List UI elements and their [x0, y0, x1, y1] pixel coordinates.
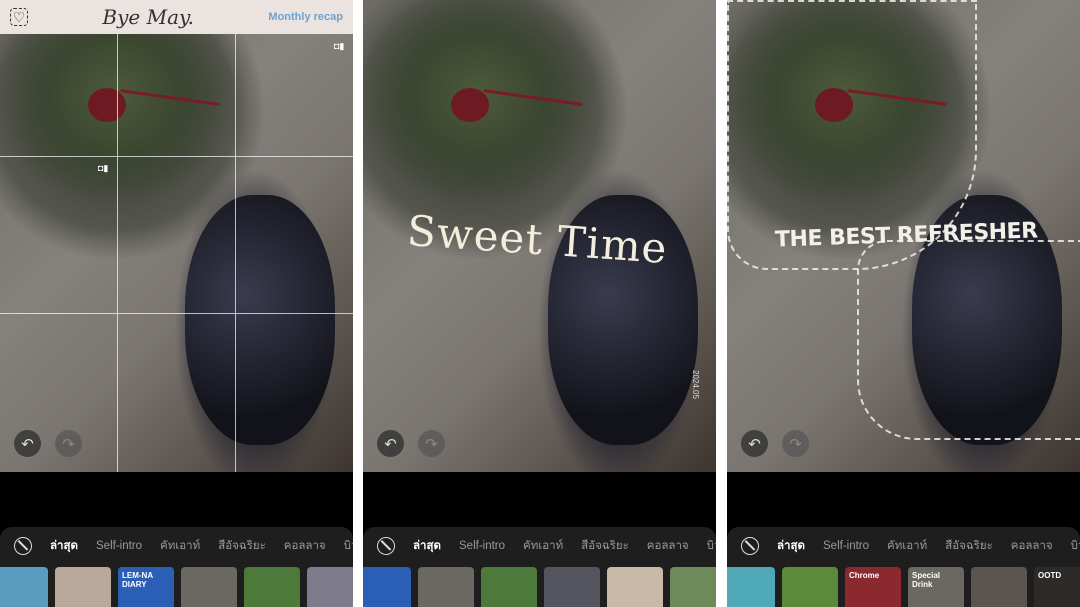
- tab-2[interactable]: คัทเอาท์: [887, 537, 927, 555]
- template-tabs: ล่าสุด Self-intro คัทเอาท์ สีอัจฉริยะ คอลลาจ…: [727, 527, 1080, 555]
- template-thumbnail[interactable]: [418, 567, 474, 607]
- template-thumbnail[interactable]: [181, 567, 237, 607]
- blueberries: [185, 195, 335, 445]
- tab-2[interactable]: คัทเอาท์: [160, 537, 200, 555]
- template-thumbnail[interactable]: [363, 567, 411, 607]
- undo-button[interactable]: ↶: [14, 430, 41, 457]
- grid-line: [235, 34, 236, 472]
- tab-4[interactable]: คอลลาจ: [1011, 537, 1053, 555]
- grid-line: [0, 313, 353, 314]
- date-stamp: 2024.05: [690, 370, 700, 399]
- template-thumbnail[interactable]: LEM-NA DIARY: [118, 567, 174, 607]
- tab-5[interactable]: บิวตี้: [707, 537, 716, 555]
- tab-0[interactable]: ล่าสุด: [50, 537, 78, 555]
- template-thumbnail[interactable]: [607, 567, 663, 607]
- template-thumbnail[interactable]: [971, 567, 1027, 607]
- template-thumbnail[interactable]: [481, 567, 537, 607]
- thumbnail-label: Special Drink: [912, 571, 941, 589]
- template-sheet: ล่าสุด Self-intro คัทเอาท์ สีอัจฉริยะ คอลลาจ…: [727, 527, 1080, 607]
- template-thumbnails: LEM-NA DIARY: [0, 567, 353, 607]
- tab-4[interactable]: คอลลาจ: [284, 537, 326, 555]
- undo-button[interactable]: ↶: [741, 430, 768, 457]
- editor-panel-2: Sweet Time 2024.05 ↶ ↷ ล่าสุด Self-intro คั…: [363, 0, 716, 607]
- template-thumbnail[interactable]: [782, 567, 838, 607]
- template-thumbnail[interactable]: [307, 567, 353, 607]
- tab-5[interactable]: บิวตี้: [344, 537, 353, 555]
- no-template-icon[interactable]: [741, 537, 759, 555]
- editor-panel-3: THE BEST REFRESHER ↶ ↷ ล่าสุด Self-intro คั…: [727, 0, 1080, 607]
- template-thumbnail[interactable]: [55, 567, 111, 607]
- logo: Bye May.: [102, 5, 194, 29]
- tab-0[interactable]: ล่าสุด: [777, 537, 805, 555]
- redo-button[interactable]: ↷: [55, 430, 82, 457]
- template-sheet: ล่าสุด Self-intro คัทเอาท์ สีอัจฉริยะ คอลลาจ…: [0, 527, 353, 607]
- tab-1[interactable]: Self-intro: [96, 540, 142, 552]
- cherry-stem: [120, 89, 220, 106]
- tab-3[interactable]: สีอัจฉริยะ: [581, 537, 629, 555]
- tab-3[interactable]: สีอัจฉริยะ: [945, 537, 993, 555]
- redo-button[interactable]: ↷: [418, 430, 445, 457]
- redo-button[interactable]: ↷: [782, 430, 809, 457]
- tab-4[interactable]: คอลลาจ: [647, 537, 689, 555]
- tab-0[interactable]: ล่าสุด: [413, 537, 441, 555]
- monthly-recap-link[interactable]: Monthly recap: [268, 11, 343, 23]
- template-thumbnails: [363, 567, 716, 607]
- template-thumbnail[interactable]: OOTD: [1034, 567, 1080, 607]
- template-thumbnail[interactable]: [0, 567, 48, 607]
- cherry: [451, 88, 489, 122]
- tab-1[interactable]: Self-intro: [823, 540, 869, 552]
- template-thumbnail[interactable]: Chrome: [845, 567, 901, 607]
- template-thumbnail[interactable]: [244, 567, 300, 607]
- template-sheet: ล่าสุด Self-intro คัทเอาท์ สีอัจฉริยะ คอลลาจ…: [363, 527, 716, 607]
- tab-2[interactable]: คัทเอาท์: [523, 537, 563, 555]
- heart-frame-icon[interactable]: ♡: [10, 8, 28, 26]
- tab-1[interactable]: Self-intro: [459, 540, 505, 552]
- cherry-stem: [483, 89, 583, 106]
- thumbnail-label: LEM-NA DIARY: [122, 571, 153, 589]
- tab-5[interactable]: บิวตี้: [1071, 537, 1080, 555]
- template-tabs: ล่าสุด Self-intro คัทเอาท์ สีอัจฉริยะ คอลลาจ…: [363, 527, 716, 555]
- template-thumbnail[interactable]: [544, 567, 600, 607]
- template-thumbnail[interactable]: [670, 567, 716, 607]
- cherry: [88, 88, 126, 122]
- camera-icon[interactable]: ◘▮: [98, 163, 108, 174]
- editor-panel-1: ◘▮ ◘▮ ♡ Bye May. Monthly recap ↶ ↷ ล่าสุ…: [0, 0, 353, 607]
- template-tabs: ล่าสุด Self-intro คัทเอาท์ สีอัจฉริยะ คอลลาจ…: [0, 527, 353, 555]
- template-thumbnail[interactable]: [727, 567, 775, 607]
- undo-button[interactable]: ↶: [377, 430, 404, 457]
- no-template-icon[interactable]: [14, 537, 32, 555]
- tab-3[interactable]: สีอัจฉริยะ: [218, 537, 266, 555]
- camera-icon[interactable]: ◘▮: [334, 41, 344, 52]
- thumbnail-label: OOTD: [1038, 571, 1062, 580]
- thumbnail-label: Chrome: [849, 571, 880, 580]
- grid-line: [117, 34, 118, 472]
- no-template-icon[interactable]: [377, 537, 395, 555]
- frame-header[interactable]: ♡ Bye May. Monthly recap: [0, 0, 353, 34]
- photo-canvas[interactable]: [0, 0, 353, 472]
- cutout-outline: [857, 240, 1080, 440]
- grid-line: [0, 156, 353, 157]
- template-thumbnail[interactable]: Special Drink: [908, 567, 964, 607]
- template-thumbnails: Chrome Special Drink OOTD: [727, 567, 1080, 607]
